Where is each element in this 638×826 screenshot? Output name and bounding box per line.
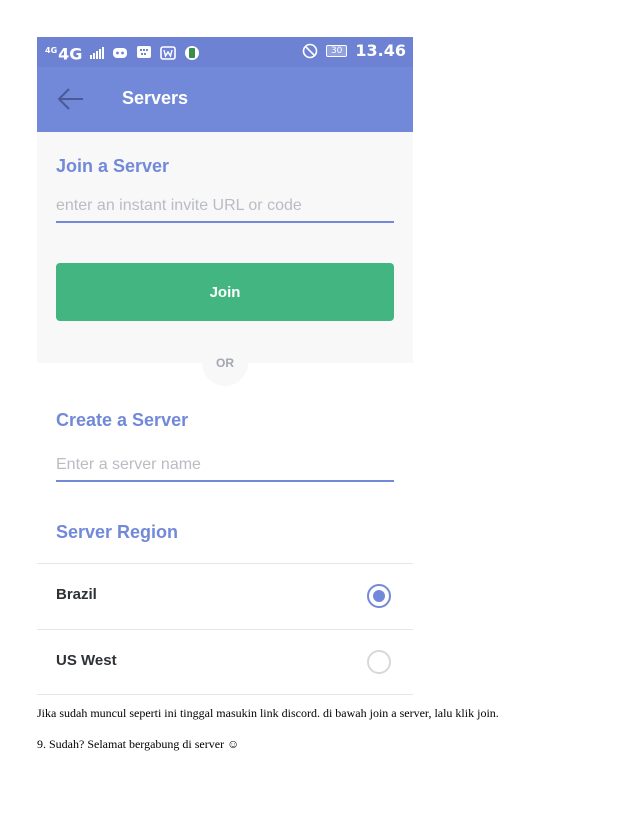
create-server-title: Create a Server xyxy=(56,410,189,430)
toolbar: Servers xyxy=(37,67,413,132)
document-text-line-1: Jika sudah muncul seperti ini tinggal ma… xyxy=(37,706,499,720)
region-option-us-west[interactable]: US West xyxy=(37,630,413,695)
join-button[interactable]: Join xyxy=(56,263,394,321)
or-separator: OR xyxy=(202,340,248,386)
dnd-icon xyxy=(302,43,318,59)
battery-indicator: 30 xyxy=(325,45,348,57)
server-region-title: Server Region xyxy=(56,522,179,542)
wechat-icon xyxy=(160,45,177,60)
invite-url-input[interactable] xyxy=(56,191,394,223)
clock: 13.46 xyxy=(355,41,406,60)
join-server-title: Join a Server xyxy=(56,156,170,176)
page-title: Servers xyxy=(122,88,189,108)
app-icon xyxy=(185,45,200,60)
discord-icon xyxy=(113,47,128,58)
radio-selected-icon[interactable] xyxy=(367,584,391,608)
bbm-icon xyxy=(137,45,152,58)
signal-bars-icon xyxy=(90,46,105,59)
join-server-section: Join a Server Join xyxy=(37,132,413,363)
region-label: Brazil xyxy=(56,586,97,603)
document-text-line-2: 9. Sudah? Selamat bergabung di server ☺ xyxy=(37,737,240,751)
radio-unselected-icon[interactable] xyxy=(367,650,391,674)
region-label: US West xyxy=(56,652,117,669)
network-indicator: 4G4G xyxy=(45,44,83,64)
discord-screenshot: 4G4G 30 13.46 Servers Join a Server Join… xyxy=(37,37,413,695)
server-name-input[interactable] xyxy=(56,450,394,482)
arrow-left-icon[interactable] xyxy=(57,87,85,111)
divider xyxy=(37,694,413,695)
status-bar: 4G4G 30 13.46 xyxy=(37,37,413,67)
region-option-brazil[interactable]: Brazil xyxy=(37,564,413,629)
